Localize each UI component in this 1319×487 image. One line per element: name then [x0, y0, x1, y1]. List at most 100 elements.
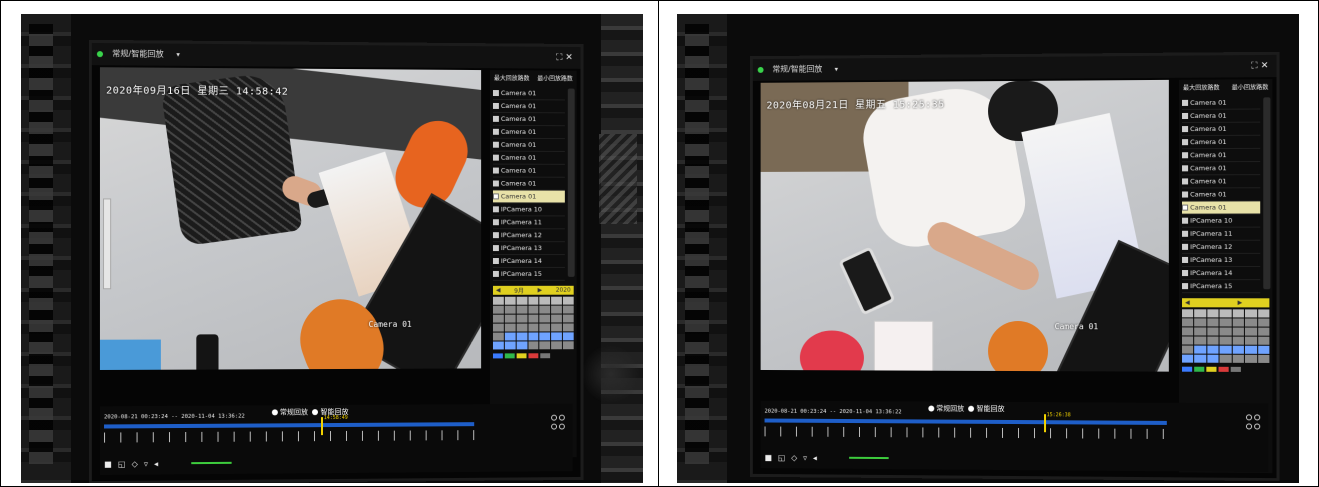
camera-list-item[interactable]: Camera 01 — [1182, 135, 1261, 150]
calendar-day[interactable] — [1207, 318, 1219, 327]
calendar-day[interactable] — [1232, 309, 1245, 318]
checkbox-icon[interactable] — [492, 245, 499, 252]
calendar-day[interactable] — [528, 305, 539, 314]
chevron-right-icon[interactable]: ▶ — [538, 287, 543, 294]
calendar-day[interactable] — [551, 314, 563, 323]
calendar-day[interactable] — [1182, 327, 1194, 336]
clip-icon[interactable]: ◱ — [118, 460, 126, 469]
camera-list-item[interactable]: Camera 01 — [492, 99, 565, 114]
chevron-down-icon[interactable]: ▾ — [176, 51, 180, 59]
filter-icon[interactable]: ▿ — [144, 459, 148, 468]
calendar-nav[interactable]: ◀ 9月 ▶ 2020 — [492, 285, 574, 295]
calendar-day[interactable] — [1245, 345, 1257, 354]
camera-list-item[interactable]: Camera 01 — [1182, 96, 1261, 110]
calendar-day[interactable] — [528, 341, 539, 350]
calendar-day[interactable] — [516, 314, 528, 323]
calendar-day[interactable] — [1194, 318, 1207, 327]
camera-list-item[interactable]: Camera 01 — [492, 138, 565, 152]
calendar-day[interactable] — [1257, 309, 1270, 318]
calendar-day[interactable] — [504, 314, 516, 323]
calendar-day[interactable] — [1257, 336, 1270, 345]
camera-list-item[interactable]: IPCamera 10 — [492, 203, 565, 217]
checkbox-icon[interactable] — [492, 141, 499, 148]
calendar-day[interactable] — [1207, 354, 1219, 363]
calendar-day[interactable] — [1232, 354, 1245, 363]
chevron-down-icon[interactable]: ▾ — [835, 65, 838, 73]
checkbox-icon[interactable] — [492, 206, 499, 213]
volume-slider[interactable] — [849, 456, 889, 460]
camera-list-item[interactable]: Camera 01 — [492, 164, 565, 178]
diamond-icon[interactable]: ◇ — [791, 453, 797, 462]
calendar-day[interactable] — [1245, 327, 1257, 336]
calendar-day[interactable] — [563, 314, 574, 323]
calendar-day[interactable] — [563, 341, 574, 350]
playback-timeline[interactable]: 常规回放 智能回放 2020-08-21 00:23:24 -- 2020-11… — [760, 400, 1269, 473]
calendar-day[interactable] — [563, 305, 574, 314]
calendar-day[interactable] — [1194, 345, 1207, 354]
stop-icon[interactable]: ■ — [765, 453, 772, 462]
calendar-day[interactable] — [539, 314, 551, 323]
calendar-day[interactable] — [1182, 354, 1194, 363]
camera-list-item[interactable]: Camera 01 — [492, 151, 565, 165]
calendar-day[interactable] — [1182, 345, 1194, 354]
camera-list-scrollbar[interactable] — [567, 88, 575, 277]
camera-list-item[interactable]: Camera 01 — [1182, 201, 1261, 215]
checkbox-icon[interactable] — [492, 193, 499, 200]
mode-normal[interactable]: 常规回放 — [936, 405, 964, 413]
checkbox-icon[interactable] — [492, 258, 499, 264]
checkbox-icon[interactable] — [1182, 165, 1189, 172]
timeline-zoom-options[interactable] — [1245, 413, 1262, 431]
camera-list-item[interactable]: IPCamera 12 — [492, 229, 565, 243]
playback-timeline[interactable]: 常规回放 智能回放 2020-08-21 00:23:24 -- 2020-11… — [99, 403, 573, 475]
calendar-day[interactable] — [528, 332, 539, 341]
checkbox-icon[interactable] — [492, 90, 499, 97]
calendar-day[interactable] — [1232, 345, 1245, 354]
calendar-day[interactable] — [563, 323, 574, 332]
checkbox-icon[interactable] — [492, 154, 499, 161]
calendar-day[interactable] — [516, 305, 528, 314]
calendar-day[interactable] — [1245, 336, 1257, 345]
timeline-bar[interactable] — [764, 418, 1167, 425]
max-playback-label[interactable]: 最大回放路数 — [1183, 83, 1220, 92]
calendar-day[interactable] — [504, 341, 516, 350]
checkbox-icon[interactable] — [1182, 204, 1189, 211]
min-playback-label[interactable]: 最小回放路数 — [1232, 82, 1269, 91]
min-playback-label[interactable]: 最小回放路数 — [537, 73, 572, 82]
calendar-day[interactable] — [492, 341, 504, 350]
chevron-left-icon[interactable]: ◀ — [1185, 299, 1190, 306]
calendar-day[interactable] — [1194, 354, 1207, 363]
checkbox-icon[interactable] — [492, 128, 499, 135]
checkbox-icon[interactable] — [1182, 152, 1189, 159]
window-controls[interactable]: ⛶ ✕ — [556, 47, 572, 69]
camera-list-item[interactable]: IPCamera 13 — [492, 242, 565, 256]
camera-list-item[interactable]: Camera 01 — [1182, 122, 1261, 137]
calendar-day[interactable] — [563, 296, 574, 305]
camera-list-scrollbar[interactable] — [1263, 97, 1271, 290]
calendar-day[interactable] — [516, 296, 528, 305]
calendar-day[interactable] — [492, 305, 504, 314]
calendar-day[interactable] — [1219, 354, 1232, 363]
camera-list-item[interactable]: IPCamera 15 — [492, 267, 565, 281]
camera-list-item[interactable]: Camera 01 — [1182, 175, 1261, 189]
calendar-day[interactable] — [563, 332, 574, 341]
calendar-day[interactable] — [539, 323, 551, 332]
volume-icon[interactable]: ◂ — [154, 459, 158, 468]
checkbox-icon[interactable] — [1182, 270, 1189, 277]
calendar-day[interactable] — [1207, 336, 1219, 345]
camera-list-item[interactable]: IPCamera 11 — [1182, 227, 1261, 241]
checkbox-icon[interactable] — [1182, 256, 1189, 263]
calendar-day[interactable] — [504, 296, 516, 305]
calendar-day[interactable] — [1219, 327, 1232, 336]
calendar-day[interactable] — [551, 296, 563, 305]
checkbox-icon[interactable] — [1182, 230, 1189, 237]
max-playback-label[interactable]: 最大回放路数 — [494, 73, 530, 82]
camera-list-item[interactable]: IPCamera 10 — [1182, 214, 1261, 228]
mode-smart[interactable]: 智能回放 — [977, 405, 1005, 413]
diamond-icon[interactable]: ◇ — [132, 460, 138, 469]
calendar-day[interactable] — [1194, 336, 1207, 345]
calendar-day[interactable] — [516, 323, 528, 332]
camera-list-item[interactable]: IPCamera 15 — [1182, 280, 1261, 294]
calendar-day[interactable] — [1194, 327, 1207, 336]
checkbox-icon[interactable] — [492, 180, 499, 187]
calendar-day[interactable] — [539, 305, 551, 314]
